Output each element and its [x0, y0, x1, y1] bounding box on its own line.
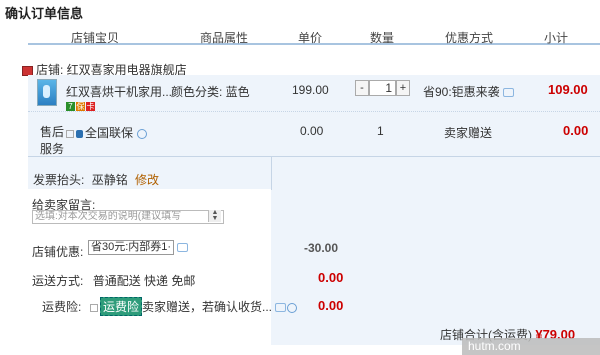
invoice-title: 巫静铭 [91, 173, 128, 187]
discount-amount: -30.00 [304, 241, 339, 255]
insurance-option[interactable]: 运费险 卖家赠送，若确认收货... [90, 297, 298, 316]
message-input[interactable]: 选填:对本次交易的说明(建议填写 [32, 210, 224, 224]
quantity-stepper[interactable]: -1 + [355, 80, 410, 96]
help-icon[interactable] [137, 128, 148, 139]
insurance-amount: 0.00 [318, 298, 344, 313]
insurance-label: 运费险: [42, 300, 82, 314]
help-icon[interactable] [287, 302, 298, 313]
col-header-subtotal: 小计 [544, 31, 569, 45]
invoice-edit-link[interactable]: 修改 [135, 173, 159, 187]
insurance-checkbox[interactable] [90, 303, 98, 312]
increase-button[interactable]: + [396, 80, 410, 96]
comment-icon [275, 303, 287, 313]
col-header-item: 店铺宝贝 [71, 31, 120, 45]
shipping-amount: 0.00 [318, 270, 344, 285]
discount-select-wrap[interactable]: 省30元:内部券1· [88, 240, 189, 256]
seven-day-return-icon: 7 [66, 102, 75, 111]
item-price: 199.00 [292, 83, 329, 97]
item-promo[interactable]: 省90:钜惠来袭 [423, 83, 514, 100]
comment-icon [502, 88, 514, 98]
service-price: 0.00 [300, 124, 324, 138]
table-header: 店铺宝贝 商品属性 单价 数量 优惠方式 小计 [28, 23, 600, 45]
invoice-row: 发票抬头: 巫静铭 修改 [33, 173, 160, 187]
item-subtotal: 109.00 [548, 82, 588, 97]
col-header-qty: 数量 [370, 31, 395, 45]
quantity-input[interactable]: 1 [369, 80, 396, 96]
page-title: 确认订单信息 [5, 6, 84, 21]
message-scroll-arrows[interactable]: ▲ ▼ [208, 209, 221, 222]
service-qty: 1 [377, 124, 384, 138]
service-subtotal: 0.00 [563, 123, 589, 138]
insurance-tag: 运费险 [100, 297, 143, 316]
guarantee-icon: 保 [76, 102, 85, 111]
product-thumbnail[interactable] [37, 79, 57, 106]
product-attribute: 颜色分类: 蓝色 [171, 85, 250, 99]
after-sales-label: 售后 服务 [40, 125, 65, 156]
col-header-price: 单价 [298, 31, 323, 45]
shipping-method: 普通配送 快递 免邮 [92, 274, 196, 288]
decrease-button[interactable]: - [355, 80, 369, 96]
col-header-promo: 优惠方式 [445, 31, 494, 45]
col-header-attr: 商品属性 [200, 31, 249, 45]
card-icon: 卡 [86, 102, 95, 111]
discount-label: 店铺优惠: [32, 245, 84, 259]
comment-icon [177, 243, 189, 253]
shipping-row: 运送方式: 普通配送 快递 免邮 [32, 274, 196, 288]
watermark: hutm.com [462, 338, 600, 355]
service-promo: 卖家赠送 [444, 126, 493, 140]
warranty-checkbox[interactable] [66, 129, 74, 138]
shield-icon [76, 129, 83, 138]
warranty-option[interactable]: 全国联保 [66, 124, 148, 141]
product-badges: 7保卡 [66, 98, 96, 112]
discount-select[interactable]: 省30元:内部券1· [88, 240, 175, 256]
